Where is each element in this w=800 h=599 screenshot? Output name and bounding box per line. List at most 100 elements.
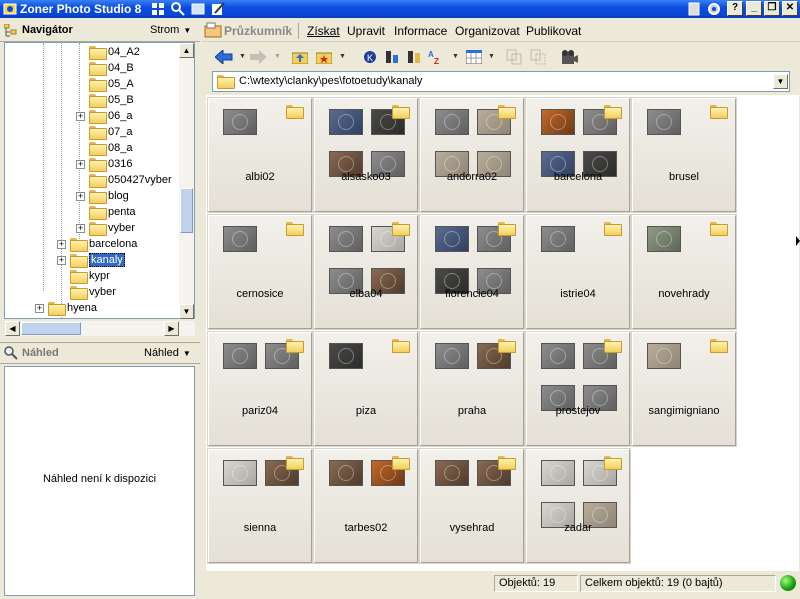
menu-organizovat[interactable]: Organizovat <box>455 24 520 38</box>
folder-thumbnail[interactable]: pariz04 <box>207 331 313 447</box>
stop-icon[interactable]: K <box>360 47 380 67</box>
minimize-button[interactable]: _ <box>746 1 762 16</box>
tree-item[interactable]: vyber <box>57 284 116 300</box>
back-arrow-icon[interactable] <box>214 47 234 67</box>
expand-icon[interactable]: + <box>76 223 85 233</box>
folder-thumbnail[interactable]: novehrady <box>631 214 737 330</box>
scroll-down-icon[interactable]: ▼ <box>179 304 194 319</box>
forward-arrow-icon[interactable] <box>249 47 269 67</box>
folder-thumbnail[interactable]: vysehrad <box>419 448 525 564</box>
scroll-thumb[interactable] <box>180 188 193 233</box>
scroll-left-icon[interactable]: ◀ <box>5 321 20 336</box>
folder-icon <box>604 339 623 354</box>
folder-thumbnail[interactable]: prostejov <box>525 331 631 447</box>
help-icon[interactable]: ? <box>727 1 743 16</box>
viewer-icon[interactable] <box>190 1 206 17</box>
path-input[interactable]: C:\wtexty\clanky\pes\fotoetudy\kanaly <box>239 75 422 87</box>
tree-item[interactable]: 05_A <box>76 76 134 92</box>
search-icon[interactable] <box>170 1 186 17</box>
tree-item[interactable]: kypr <box>57 268 110 284</box>
expand-icon[interactable]: + <box>57 255 66 265</box>
folder-thumbnail[interactable]: brusel <box>631 97 737 213</box>
manhole-detail <box>550 114 566 130</box>
folder-thumbnail[interactable]: albi02 <box>207 97 313 213</box>
tree-item[interactable]: 07_a <box>76 124 132 140</box>
expand-icon[interactable]: + <box>76 159 85 169</box>
restore-button[interactable]: ❐ <box>764 1 780 16</box>
tree-guide-line <box>43 43 44 291</box>
folder-thumbnail[interactable]: piza <box>313 331 419 447</box>
chevron-down-icon: ▼ <box>182 349 191 358</box>
tree-item[interactable]: 04_A2 <box>76 44 140 60</box>
folder-up-icon[interactable] <box>290 47 310 67</box>
tree-item[interactable]: + barcelona <box>57 236 137 252</box>
scroll-right-icon[interactable]: ▶ <box>164 321 179 336</box>
tree-horizontal-scrollbar[interactable]: ◀ ▶ <box>5 321 195 336</box>
tree-item[interactable]: 050427vyber <box>76 172 172 188</box>
favorite-folder-icon[interactable] <box>314 47 334 67</box>
tree-item[interactable]: 05_B <box>76 92 134 108</box>
tree-item-label: hyena <box>67 302 97 314</box>
folder-thumbnail[interactable]: zadar <box>525 448 631 564</box>
folder-thumbnail[interactable]: andorra02 <box>419 97 525 213</box>
menu-publikovat[interactable]: Publikovat <box>526 24 581 38</box>
folder-thumbnail[interactable]: alsasko03 <box>313 97 419 213</box>
folder-thumbnail[interactable]: elba04 <box>313 214 419 330</box>
thumbnails-icon[interactable] <box>150 1 166 17</box>
copy-icon[interactable] <box>504 47 524 67</box>
menu-explorer[interactable]: Průzkumník <box>224 24 292 38</box>
sort-name-icon[interactable] <box>382 47 402 67</box>
path-combobox[interactable]: C:\wtexty\clanky\pes\fotoetudy\kanaly ▼ <box>212 71 790 92</box>
folder-thumbnail[interactable]: sienna <box>207 448 313 564</box>
chevron-down-icon[interactable]: ▼ <box>339 53 346 60</box>
editor-icon[interactable] <box>210 1 226 17</box>
sort-az-icon[interactable]: AZ <box>427 47 447 67</box>
folder-name: barcelona <box>553 171 603 183</box>
tree-item[interactable]: + hyena <box>35 300 97 316</box>
folder-thumbnail[interactable]: florencie04 <box>419 214 525 330</box>
menu-ziskat[interactable]: Získat <box>307 24 340 38</box>
path-dropdown-icon[interactable]: ▼ <box>773 74 788 89</box>
tree-icon <box>3 23 18 38</box>
chevron-down-icon[interactable]: ▼ <box>239 53 246 60</box>
thumbnail-grid[interactable]: albi02 alsasko03 andorra02 barcelona brusel c… <box>206 95 799 571</box>
folder-thumbnail[interactable]: istrie04 <box>525 214 631 330</box>
chevron-down-icon[interactable]: ▼ <box>274 53 281 60</box>
hscroll-thumb[interactable] <box>21 322 81 335</box>
tree-item[interactable]: +06_a <box>76 108 132 124</box>
tree-item[interactable]: penta <box>76 204 136 220</box>
expand-icon[interactable]: + <box>35 303 44 313</box>
folder-thumbnail[interactable]: cernosice <box>207 214 313 330</box>
tree-item[interactable]: + blog <box>76 188 129 204</box>
splitter-arrow-icon[interactable] <box>796 236 800 246</box>
expand-icon[interactable]: + <box>76 191 85 201</box>
tree-item[interactable]: + vyber <box>76 220 135 236</box>
chevron-down-icon[interactable]: ▼ <box>452 53 459 60</box>
expand-icon[interactable]: + <box>57 239 66 249</box>
folder-tree[interactable]: 04_A2 04_B 05_A 05_B +06_a 07_a 08_a +0316 05042… <box>4 42 195 319</box>
move-icon[interactable] <box>528 47 548 67</box>
folder-thumbnail[interactable]: barcelona <box>525 97 631 213</box>
view-grid-icon[interactable] <box>464 47 484 67</box>
folder-icon <box>604 222 623 237</box>
sort-size-icon[interactable] <box>404 47 424 67</box>
folder-thumbnail[interactable]: sangimigniano <box>631 331 737 447</box>
device-icon[interactable] <box>686 1 702 17</box>
tree-vertical-scrollbar[interactable]: ▲ ▼ <box>179 43 194 319</box>
tree-item[interactable]: 04_B <box>76 60 134 76</box>
tree-item[interactable]: +0316 <box>76 156 132 172</box>
tree-item[interactable]: + kanaly <box>57 252 125 268</box>
scroll-up-icon[interactable]: ▲ <box>179 43 194 58</box>
gear-icon[interactable] <box>706 1 722 17</box>
slideshow-icon[interactable] <box>560 47 580 67</box>
close-button[interactable]: ✕ <box>782 1 798 16</box>
chevron-down-icon[interactable]: ▼ <box>488 53 495 60</box>
preview-mode-dropdown[interactable]: Náhled ▼ <box>144 347 191 359</box>
folder-thumbnail[interactable]: praha <box>419 331 525 447</box>
expand-icon[interactable]: + <box>76 111 85 121</box>
folder-thumbnail[interactable]: tarbes02 <box>313 448 419 564</box>
tree-item[interactable]: 08_a <box>76 140 132 156</box>
menu-upravit[interactable]: Upravit <box>347 24 385 38</box>
menu-informace[interactable]: Informace <box>394 24 447 38</box>
navigator-mode-dropdown[interactable]: Strom ▼ <box>150 24 191 36</box>
